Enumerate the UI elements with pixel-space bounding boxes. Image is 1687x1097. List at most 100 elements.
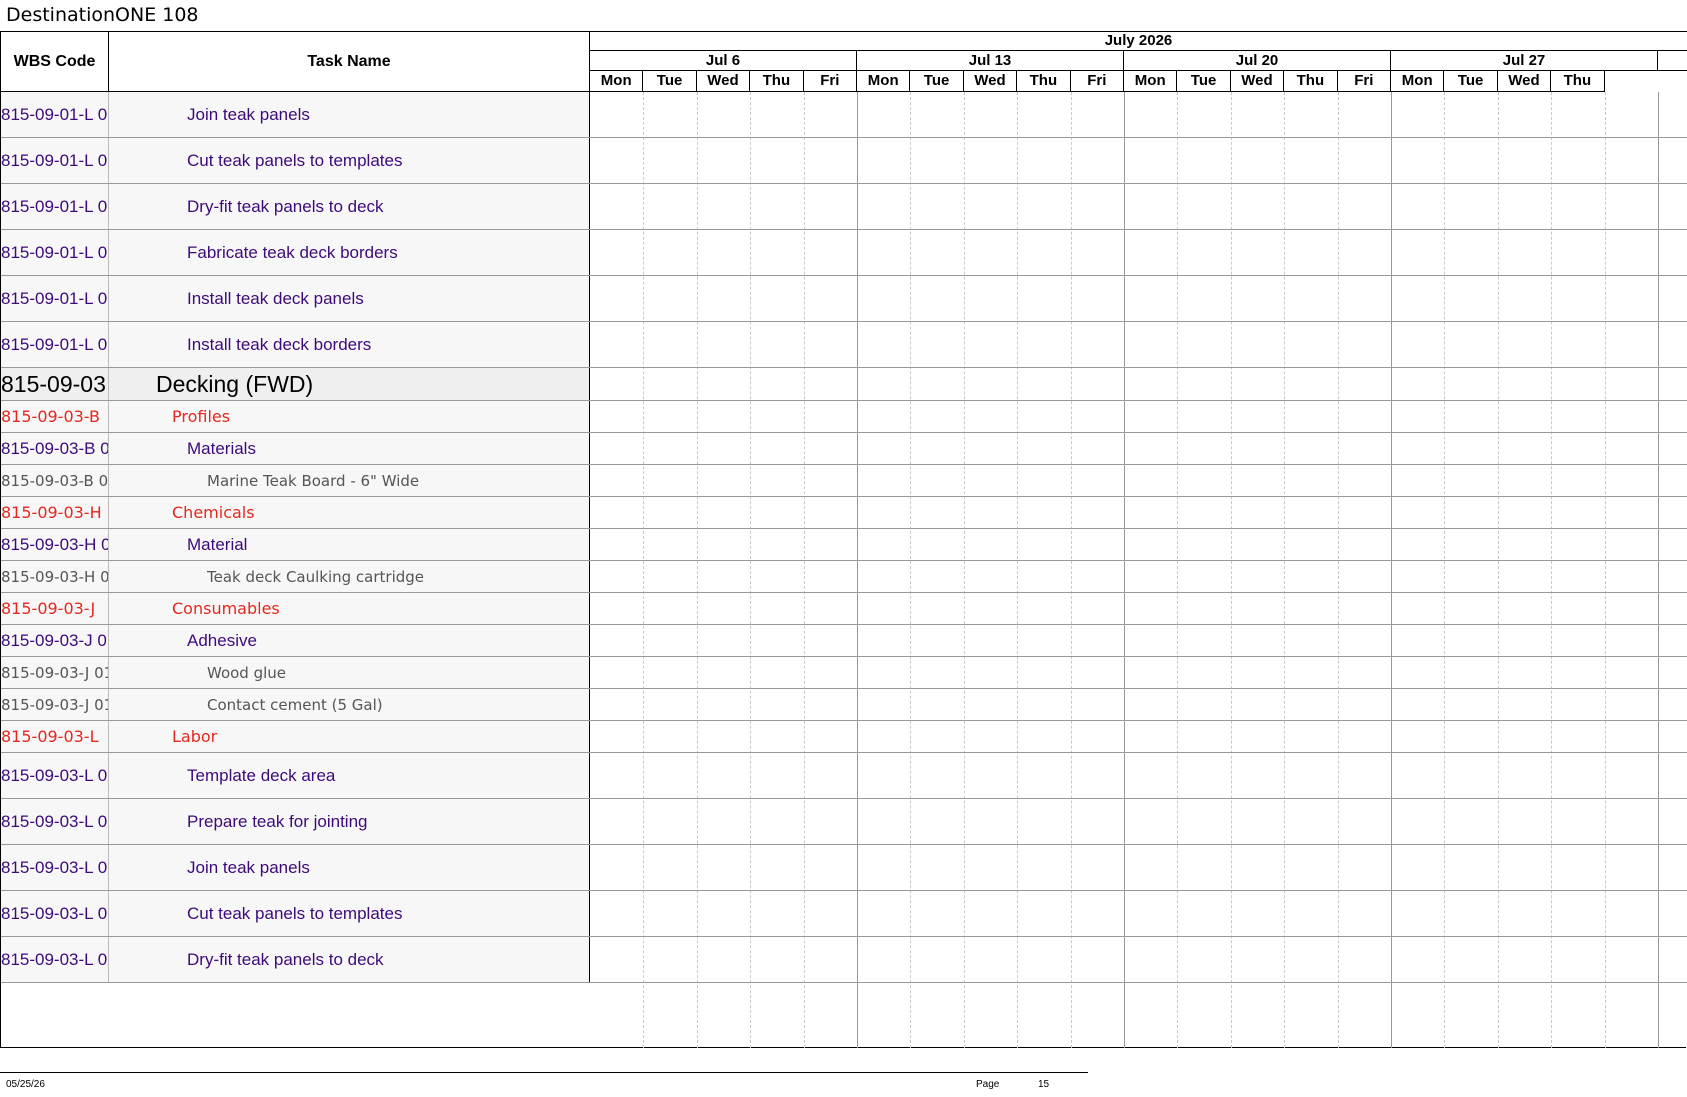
task-row[interactable]: 815-09-03-B 01 Marine Teak Board - 6" Wid…: [1, 465, 590, 497]
task-name-cell: Prepare teak for jointing: [109, 799, 590, 844]
day-gridline: [1230, 92, 1232, 1048]
row-gridline: [590, 752, 1687, 753]
task-name-cell: Join teak panels: [109, 92, 590, 137]
column-header-wbs[interactable]: WBS Code: [1, 32, 109, 91]
wbs-code-cell: 815-09-01-L 0: [1, 184, 109, 229]
row-gridline: [590, 560, 1687, 561]
task-row[interactable]: 815-09-01-L 0 Fabricate teak deck borders: [1, 230, 590, 276]
timescale-day: Thu: [1551, 71, 1605, 92]
timescale-day: Tue: [1444, 71, 1498, 92]
timescale-day: Mon: [1391, 71, 1445, 92]
day-gridline: [1444, 92, 1446, 1048]
wbs-code-cell: 815-09-01-L 0: [1, 276, 109, 321]
day-gridline: [1604, 92, 1606, 1048]
timescale-day: Tue: [910, 71, 964, 92]
task-row[interactable]: 815-09-03-L 0 Join teak panels: [1, 845, 590, 891]
wbs-code-cell: 815-09-03-H 01: [1, 561, 109, 592]
day-gridline: [1017, 92, 1019, 1048]
timescale-week: Jul 27: [1391, 51, 1658, 71]
wbs-code-cell: 815-09-03-J 01: [1, 689, 109, 720]
wbs-code-cell: 815-09-01-L 0: [1, 92, 109, 137]
timescale-day: Tue: [1177, 71, 1231, 92]
wbs-code-cell: 815-09-03-L: [1, 721, 109, 752]
row-gridline: [590, 496, 1687, 497]
timescale-day: Wed: [696, 71, 751, 92]
task-row[interactable]: 815-09-03-L Labor: [1, 721, 590, 753]
row-gridline: [590, 321, 1687, 322]
timescale-day: Tue: [643, 71, 697, 92]
gantt-chart-area[interactable]: [590, 92, 1687, 1048]
day-gridline: [696, 92, 698, 1048]
task-name-cell: Dry-fit teak panels to deck: [109, 937, 590, 982]
day-gridline: [643, 92, 645, 1048]
footer-page-number: 15: [1038, 1079, 1050, 1090]
task-row[interactable]: 815-09-03-B Profiles: [1, 401, 590, 433]
task-row[interactable]: 815-09-03-J 01 Wood glue: [1, 657, 590, 689]
row-gridline: [590, 844, 1687, 845]
row-gridline: [590, 275, 1687, 276]
timescale-day: Fri: [803, 71, 857, 92]
task-row[interactable]: 815-09-01-L 0 Dry-fit teak panels to deck: [1, 184, 590, 230]
task-name-cell: Fabricate teak deck borders: [109, 230, 590, 275]
wbs-code-cell: 815-09-03-L 0: [1, 753, 109, 798]
task-name-cell: Wood glue: [109, 657, 590, 688]
task-row[interactable]: 815-09-03-L 0 Prepare teak for jointing: [1, 799, 590, 845]
wbs-code-cell: 815-09-01-L 0: [1, 230, 109, 275]
column-header-row: WBS Code Task Name: [1, 31, 590, 92]
task-name-cell: Template deck area: [109, 753, 590, 798]
row-gridline: [590, 936, 1687, 937]
task-row[interactable]: 815-09-03-B 0 Materials: [1, 433, 590, 465]
task-name-cell: Cut teak panels to templates: [109, 891, 590, 936]
task-name-cell: Labor: [109, 721, 590, 752]
timescale-day: Thu: [750, 71, 804, 92]
column-header-task-name[interactable]: Task Name: [109, 32, 590, 91]
row-gridline: [590, 798, 1687, 799]
row-gridline: [590, 229, 1687, 230]
timescale-day: Thu: [1017, 71, 1071, 92]
task-row[interactable]: 815-09-03-L 0 Template deck area: [1, 753, 590, 799]
task-row[interactable]: 815-09-03-J 0 Adhesive: [1, 625, 590, 657]
task-name-cell: Consumables: [109, 593, 590, 624]
task-row[interactable]: 815-09-03-L 0 Dry-fit teak panels to deck: [1, 937, 590, 983]
day-gridline: [1284, 92, 1286, 1048]
row-gridline: [590, 528, 1687, 529]
task-name-cell: Join teak panels: [109, 845, 590, 890]
day-gridline: [910, 92, 912, 1048]
task-row[interactable]: 815-09-03-J 01 Contact cement (5 Gal): [1, 689, 590, 721]
task-row[interactable]: 815-09-01-L 0 Install teak deck borders: [1, 322, 590, 368]
row-gridline: [590, 367, 1687, 368]
timescale-day: Mon: [857, 71, 911, 92]
task-name-cell: Adhesive: [109, 625, 590, 656]
timescale-day: Wed: [963, 71, 1018, 92]
wbs-code-cell: 815-09-03-J: [1, 593, 109, 624]
day-gridline: [803, 92, 805, 1048]
task-name-cell: Install teak deck borders: [109, 322, 590, 367]
task-row[interactable]: 815-09-01-L 0 Cut teak panels to template…: [1, 138, 590, 184]
task-name-cell: Profiles: [109, 401, 590, 432]
wbs-code-cell: 815-09-03-H 0: [1, 529, 109, 560]
row-gridline: [590, 656, 1687, 657]
task-name-cell: Chemicals: [109, 497, 590, 528]
task-row[interactable]: 815-09-03-J Consumables: [1, 593, 590, 625]
task-name-cell: Cut teak panels to templates: [109, 138, 590, 183]
gantt-table: WBS Code Task Name July 2026 Jul 6 Mon Tue…: [0, 31, 1687, 1048]
week-gridline: [857, 92, 858, 1048]
timescale-header: July 2026 Jul 6 Mon Tue Wed Thu Fri Jul 13 Mon T…: [590, 31, 1687, 92]
task-row[interactable]: 815-09-03-H 0 Material: [1, 529, 590, 561]
row-gridline: [590, 720, 1687, 721]
row-gridline: [590, 890, 1687, 891]
timescale-day: Fri: [1337, 71, 1391, 92]
task-row[interactable]: 815-09-03 Decking (FWD): [1, 368, 590, 401]
timescale-week: Jul 13: [857, 51, 1124, 71]
timescale-day: Fri: [1070, 71, 1124, 92]
row-gridline: [590, 400, 1687, 401]
wbs-code-cell: 815-09-03-L 0: [1, 845, 109, 890]
task-row[interactable]: 815-09-01-L 0 Install teak deck panels: [1, 276, 590, 322]
task-row[interactable]: 815-09-03-L 0 Cut teak panels to template…: [1, 891, 590, 937]
task-row[interactable]: 815-09-03-H Chemicals: [1, 497, 590, 529]
wbs-code-cell: 815-09-03-H: [1, 497, 109, 528]
task-row[interactable]: 815-09-01-L 0 Join teak panels: [1, 92, 590, 138]
wbs-code-cell: 815-09-03: [1, 368, 109, 400]
task-name-cell: Material: [109, 529, 590, 560]
task-row[interactable]: 815-09-03-H 01 Teak deck Caulking cartrid…: [1, 561, 590, 593]
